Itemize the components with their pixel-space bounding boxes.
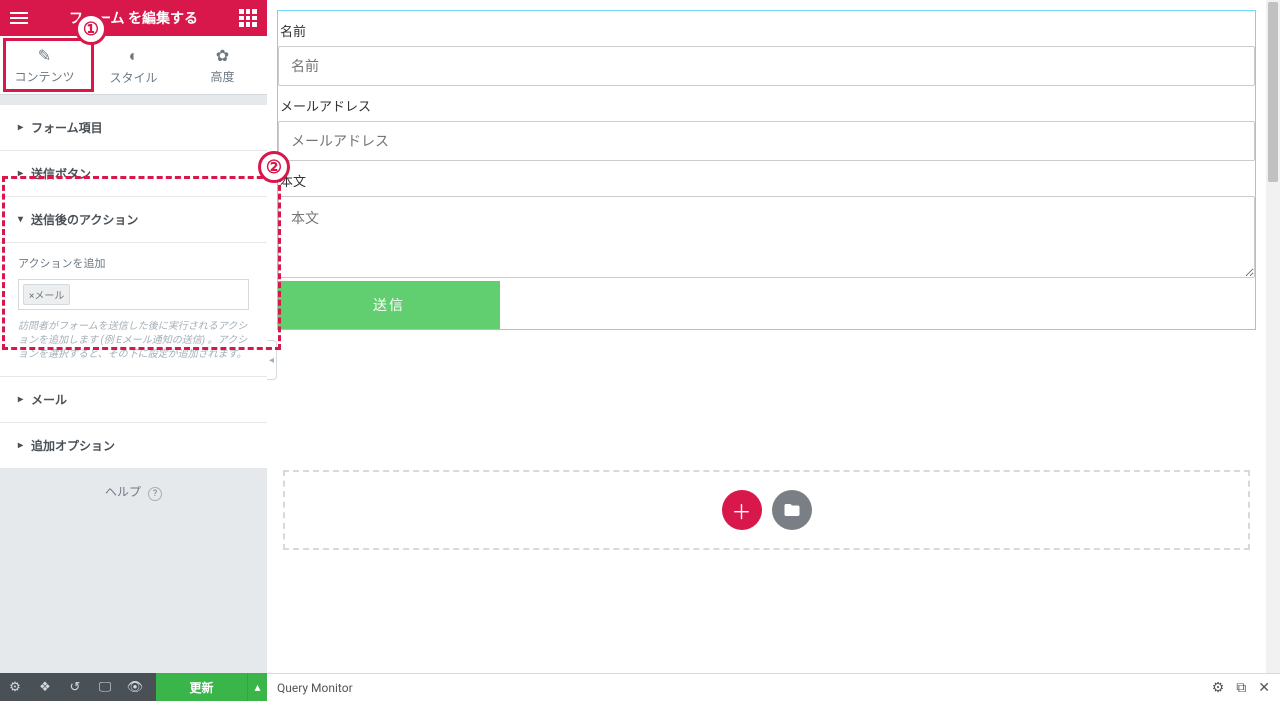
caret-down-icon: ▾ xyxy=(18,214,23,225)
tab-label: 高度 xyxy=(210,70,234,84)
caret-right-icon: ▸ xyxy=(18,168,23,179)
caret-right-icon: ▸ xyxy=(18,394,23,405)
tab-label: コンテンツ xyxy=(14,70,74,84)
section-email[interactable]: ▸ メール xyxy=(0,377,267,422)
add-template-button[interactable] xyxy=(772,490,812,530)
add-section-dropzone[interactable]: ＋ xyxy=(283,470,1250,550)
caret-right-icon: ▸ xyxy=(18,122,23,133)
annotation-badge-1: ① xyxy=(75,13,107,45)
section-label: フォーム項目 xyxy=(31,119,103,136)
field-label-body: 本文 xyxy=(278,161,1255,196)
update-more-button[interactable]: ▴ xyxy=(247,673,267,701)
tab-label: スタイル xyxy=(109,71,157,85)
editor-sidebar: フォーム を編集する ✎ コンテンツ ◐ スタイル ✿ 高度 ▸ フォーム項目 ▸… xyxy=(0,0,267,701)
section-label: 追加オプション xyxy=(31,437,115,454)
hamburger-icon[interactable] xyxy=(10,12,28,24)
tab-content[interactable]: ✎ コンテンツ xyxy=(0,36,89,94)
settings-icon[interactable]: ⚙ xyxy=(0,680,30,695)
annotation-badge-2: ② xyxy=(258,151,290,183)
sidebar-title: フォーム を編集する xyxy=(28,8,239,28)
actions-hint: 訪問者がフォームを送信した後に実行されるアクションを追加します (例 Eメール通… xyxy=(18,320,249,362)
canvas: 名前 メールアドレス 本文 送信 ＋ xyxy=(267,0,1266,673)
submit-button[interactable]: 送信 xyxy=(278,281,500,329)
contrast-icon: ◐ xyxy=(89,46,178,66)
tab-advanced[interactable]: ✿ 高度 xyxy=(178,36,267,94)
sidebar-header: フォーム を編集する xyxy=(0,0,267,36)
form-widget[interactable]: 名前 メールアドレス 本文 送信 xyxy=(277,10,1256,330)
field-label-email: メールアドレス xyxy=(278,86,1255,121)
action-tag[interactable]: ×メール xyxy=(23,284,70,305)
section-body: アクションを追加 ×メール 訪問者がフォームを送信した後に実行されるアクションを… xyxy=(0,242,267,376)
tab-style[interactable]: ◐ スタイル xyxy=(89,36,178,94)
gear-icon: ✿ xyxy=(178,46,267,65)
actions-tag-input[interactable]: ×メール xyxy=(18,279,249,310)
widgets-grid-icon[interactable] xyxy=(239,9,257,27)
field-input-email[interactable] xyxy=(278,121,1255,161)
navigator-icon[interactable]: ❖ xyxy=(30,680,60,695)
bottom-bar: Query Monitor ⚙ ⧉ ✕ xyxy=(267,673,1280,701)
update-button[interactable]: 更新 xyxy=(156,673,247,701)
field-input-name[interactable] xyxy=(278,46,1255,86)
vertical-scrollbar[interactable] xyxy=(1266,0,1280,673)
section-submit-button[interactable]: ▸ 送信ボタン xyxy=(0,151,267,196)
scrollbar-thumb[interactable] xyxy=(1268,2,1278,182)
section-additional-options[interactable]: ▸ 追加オプション xyxy=(0,423,267,468)
help-icon: ? xyxy=(148,487,162,501)
close-icon[interactable]: ✕ xyxy=(1258,680,1270,696)
section-label: メール xyxy=(31,391,67,408)
caret-right-icon: ▸ xyxy=(18,440,23,451)
field-textarea-body[interactable] xyxy=(278,196,1255,278)
folder-icon xyxy=(783,501,801,519)
pencil-icon: ✎ xyxy=(0,46,89,65)
editor-tabs: ✎ コンテンツ ◐ スタイル ✿ 高度 xyxy=(0,36,267,95)
gear-icon[interactable]: ⚙ xyxy=(1212,680,1225,696)
sidebar-collapse-handle[interactable]: ◂ xyxy=(267,340,277,380)
add-action-label: アクションを追加 xyxy=(18,255,249,271)
preview-icon[interactable]: 👁 xyxy=(120,680,150,695)
section-actions-after-submit[interactable]: ▾ 送信後のアクション xyxy=(0,197,267,242)
sidebar-footer: ⚙ ❖ ↺ 🖵 👁 更新 ▴ xyxy=(0,673,267,701)
query-monitor-label[interactable]: Query Monitor xyxy=(277,681,353,695)
section-label: 送信後のアクション xyxy=(31,211,138,228)
help-link[interactable]: ヘルプ ? xyxy=(0,469,267,515)
responsive-icon[interactable]: 🖵 xyxy=(90,680,120,695)
section-label: 送信ボタン xyxy=(31,165,91,182)
history-icon[interactable]: ↺ xyxy=(60,680,90,695)
field-label-name: 名前 xyxy=(278,11,1255,46)
section-form-fields[interactable]: ▸ フォーム項目 xyxy=(0,105,267,150)
popout-icon[interactable]: ⧉ xyxy=(1236,680,1246,696)
add-section-button[interactable]: ＋ xyxy=(722,490,762,530)
settings-accordion: ▸ フォーム項目 ▸ 送信ボタン ▾ 送信後のアクション アクションを追加 ×メール … xyxy=(0,105,267,469)
